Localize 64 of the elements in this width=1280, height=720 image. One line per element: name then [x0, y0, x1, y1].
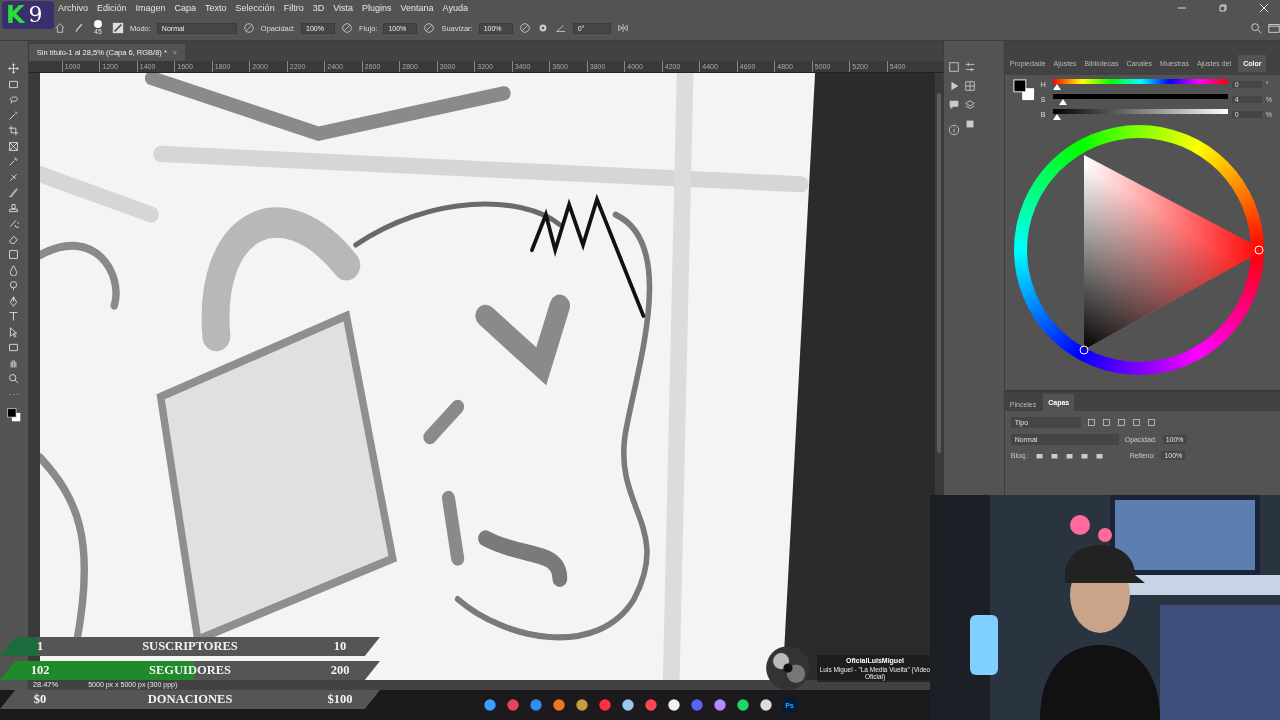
goal-current: 1 — [35, 639, 45, 654]
menu-item[interactable]: Imagen — [135, 3, 166, 13]
goal-label: SUSCRIPTORES — [141, 639, 239, 654]
menu-item[interactable]: Texto — [205, 3, 227, 13]
stamp-icon[interactable] — [8, 202, 20, 214]
wand-icon[interactable] — [8, 109, 20, 121]
menu-item[interactable]: Capa — [174, 3, 197, 13]
symmetry-icon[interactable] — [616, 22, 629, 34]
goal-label: DONACIONES — [146, 692, 234, 707]
menu-item[interactable]: Ventana — [400, 3, 434, 13]
history-brush-icon[interactable] — [8, 218, 20, 229]
color-swatches-icon[interactable] — [1012, 79, 1035, 101]
brush-icon[interactable] — [8, 187, 20, 198]
info-icon[interactable] — [948, 124, 961, 136]
menu-item[interactable]: Plugins — [362, 3, 392, 13]
pressure-icon[interactable] — [423, 22, 436, 34]
marquee-icon[interactable] — [8, 78, 20, 90]
goal-target: $100 — [326, 692, 354, 707]
goal-label: SEGUIDORES — [148, 663, 232, 678]
pointer-icon[interactable] — [8, 326, 20, 338]
goal-target: 200 — [329, 663, 351, 678]
drop-icon[interactable] — [8, 264, 20, 276]
rectangle-icon[interactable] — [8, 342, 20, 353]
comment-icon[interactable] — [948, 99, 961, 111]
eyedropper-icon[interactable] — [8, 156, 20, 167]
adjust-icon[interactable] — [964, 61, 977, 73]
layers-icon[interactable] — [964, 99, 977, 111]
lasso-icon[interactable] — [8, 94, 20, 105]
healing-icon[interactable] — [8, 171, 20, 183]
logo-number: 9 — [28, 4, 43, 26]
home-icon[interactable] — [54, 22, 66, 34]
close-icon[interactable] — [1259, 3, 1269, 13]
menu-item[interactable]: Archivo — [58, 3, 88, 13]
goal-target: 10 — [332, 639, 348, 654]
workspace-icon[interactable] — [1268, 22, 1280, 34]
move-icon[interactable] — [8, 63, 20, 74]
goal-current: 102 — [29, 663, 51, 678]
pen-icon[interactable] — [8, 295, 20, 307]
scroll-thumb[interactable] — [937, 93, 942, 453]
gradient-icon[interactable] — [8, 249, 20, 260]
type-tool-icon[interactable] — [8, 311, 20, 322]
color-swatches-icon[interactable] — [6, 408, 21, 422]
grid-icon[interactable] — [964, 80, 977, 92]
menu-item[interactable]: Selección — [235, 3, 275, 13]
frame-icon[interactable] — [8, 140, 20, 152]
menu-item[interactable]: Edición — [97, 3, 127, 13]
goal-current: $0 — [32, 692, 48, 707]
zoom-icon[interactable] — [8, 373, 20, 384]
history-icon[interactable] — [948, 61, 961, 73]
menu-item[interactable]: Vista — [333, 3, 353, 13]
search-icon[interactable] — [1250, 22, 1262, 34]
pressure-icon[interactable] — [242, 22, 255, 34]
logo-letter: K — [6, 3, 25, 27]
dodge-icon[interactable] — [8, 280, 20, 291]
menu-item[interactable]: 3D — [312, 3, 325, 13]
eraser-icon[interactable] — [8, 233, 20, 245]
pressure-icon[interactable] — [341, 22, 354, 34]
brush-panel-icon[interactable] — [112, 22, 124, 34]
menu-item[interactable]: Filtro — [283, 3, 304, 13]
pressure-icon[interactable] — [518, 22, 531, 34]
menu-item[interactable]: Ayuda — [442, 3, 468, 13]
crop-icon[interactable] — [8, 125, 20, 136]
angle-icon — [554, 22, 567, 34]
restore-icon[interactable] — [1218, 3, 1228, 13]
